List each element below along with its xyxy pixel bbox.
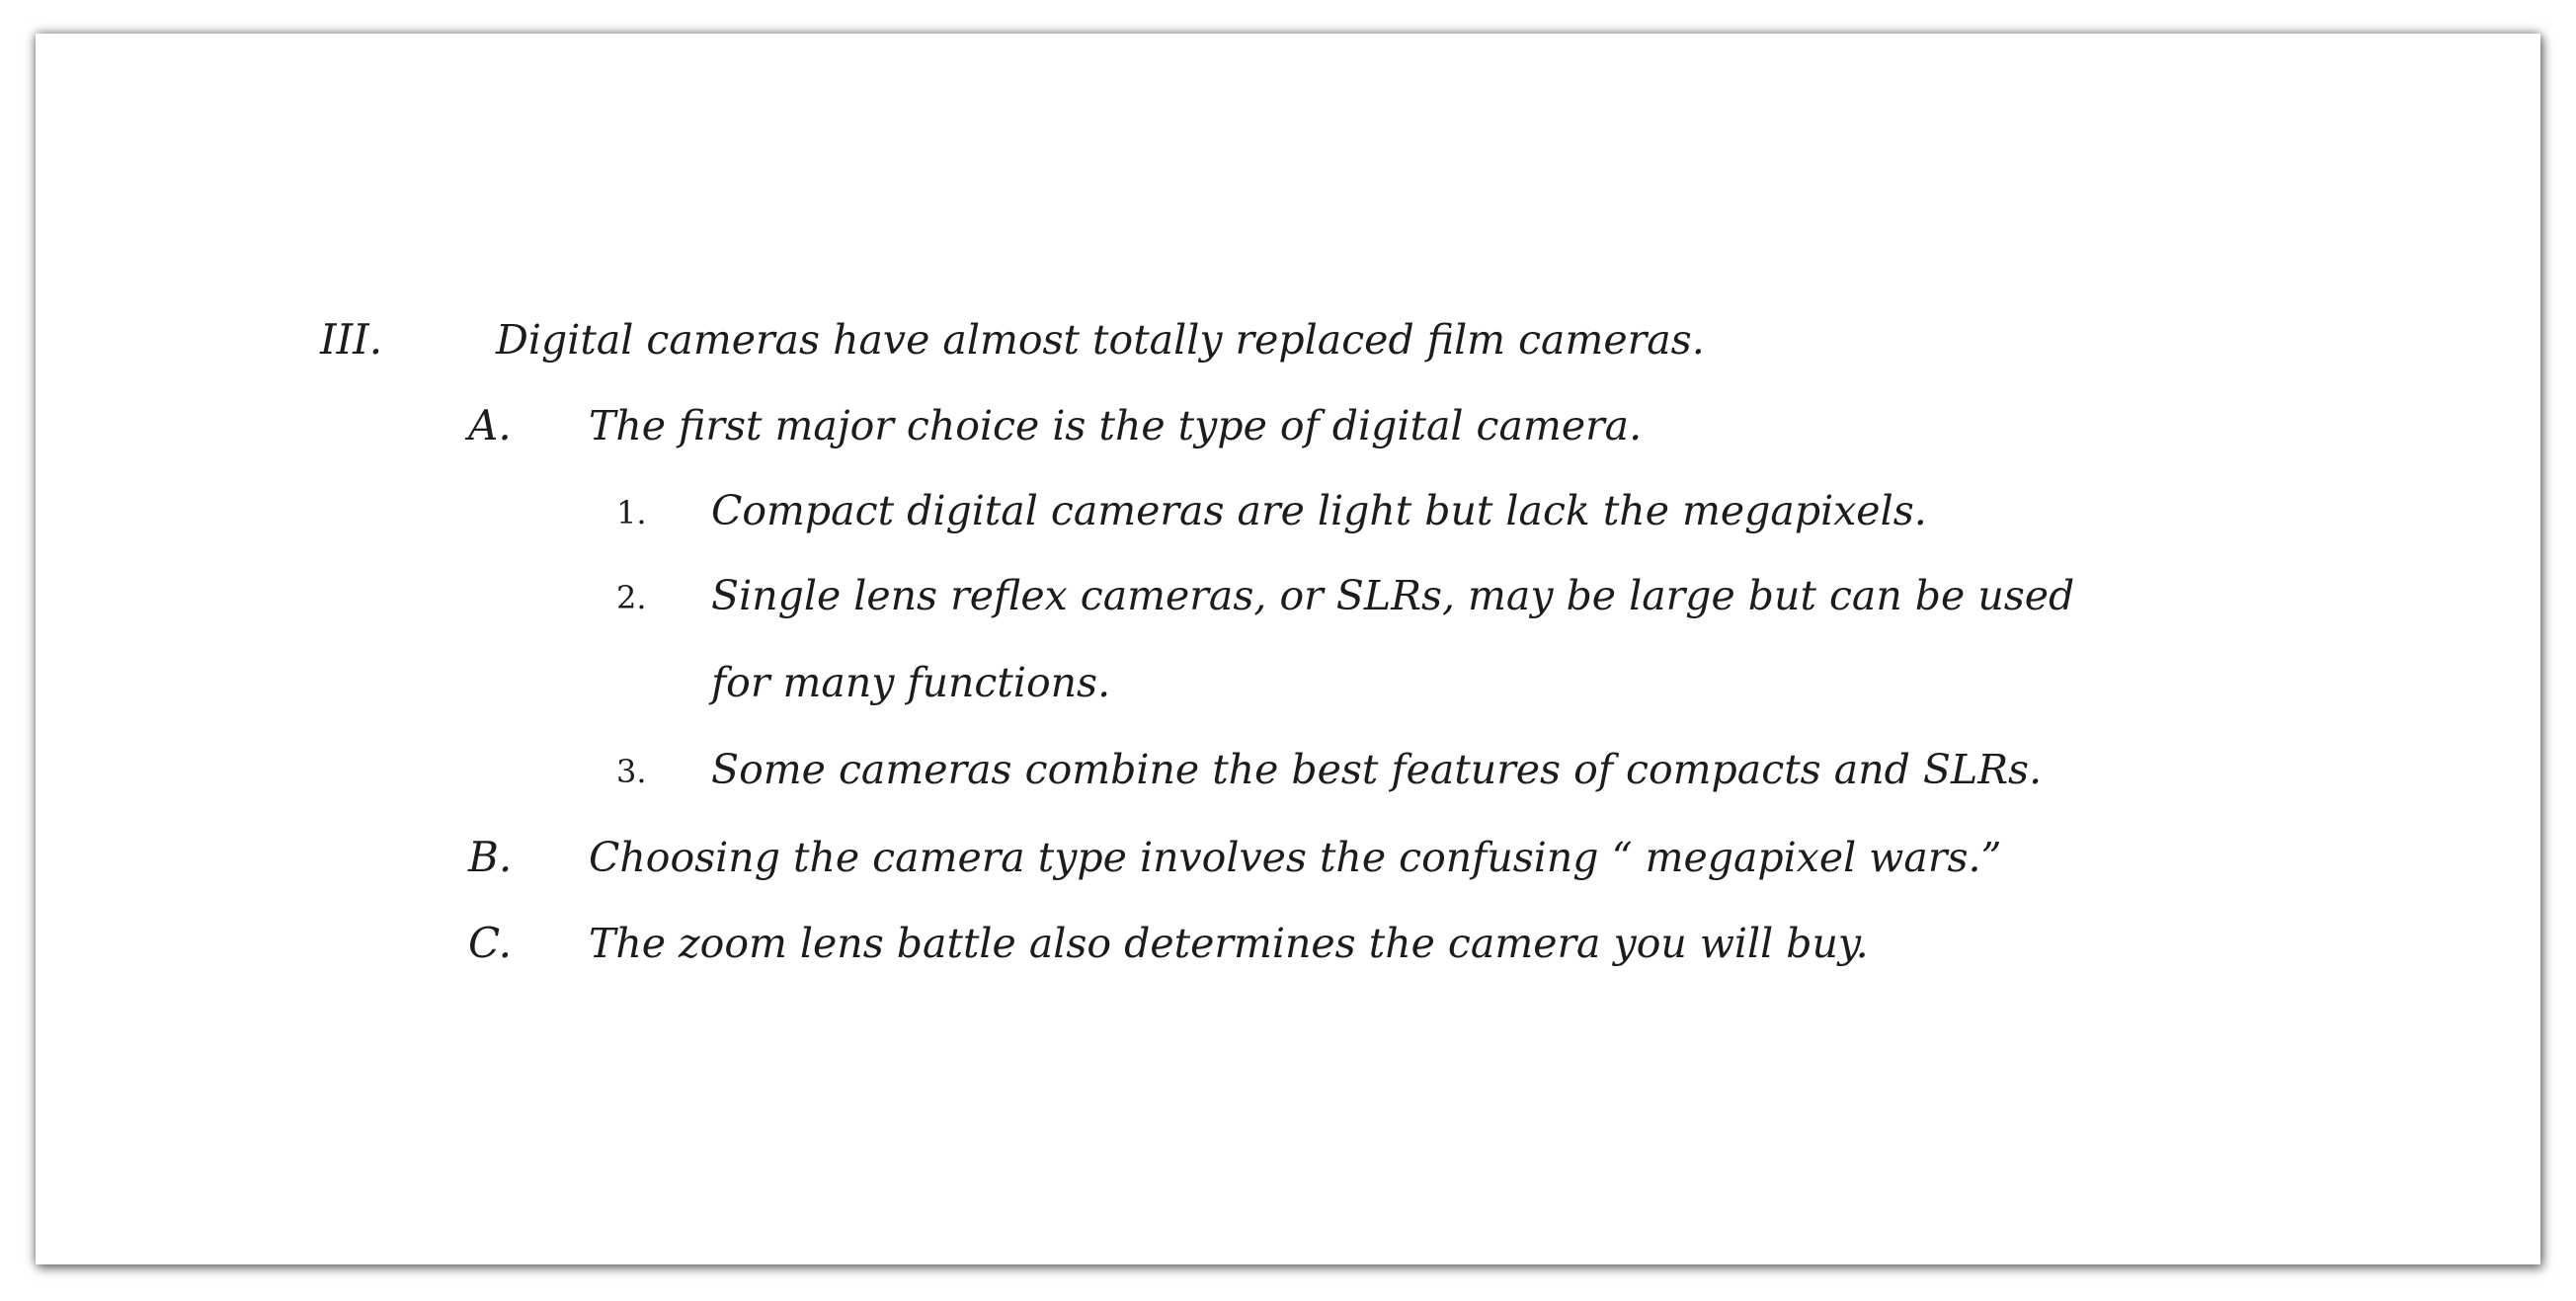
outline-marker-2: 2.	[616, 579, 647, 616]
outline-marker-c: C.	[468, 919, 512, 967]
outline-item-2: Single lens reflex cameras, or SLRs, may…	[711, 572, 2075, 619]
document-frame: III. Digital cameras have almost totally…	[0, 0, 2576, 1301]
outline-subpoint-b: Choosing the camera type involves the co…	[589, 834, 2002, 881]
outline-marker-1: 1.	[616, 494, 647, 531]
outline-item-1: Compact digital cameras are light but la…	[711, 487, 1927, 534]
outline-item-3: Some cameras combine the best features o…	[711, 746, 2043, 793]
outline-main-point: Digital cameras have almost totally repl…	[496, 316, 1705, 364]
outline-subpoint-a: The first major choice is the type of di…	[589, 402, 1643, 449]
outline-marker-3: 3.	[616, 753, 647, 790]
outline-marker-roman: III.	[320, 315, 383, 364]
outline-subpoint-c: The zoom lens battle also determines the…	[589, 920, 1869, 967]
outline-item-2-continuation: for many functions.	[711, 659, 1111, 706]
outline-page: III. Digital cameras have almost totally…	[36, 34, 2540, 1264]
outline-marker-a: A.	[468, 401, 512, 449]
outline-marker-b: B.	[468, 833, 513, 881]
